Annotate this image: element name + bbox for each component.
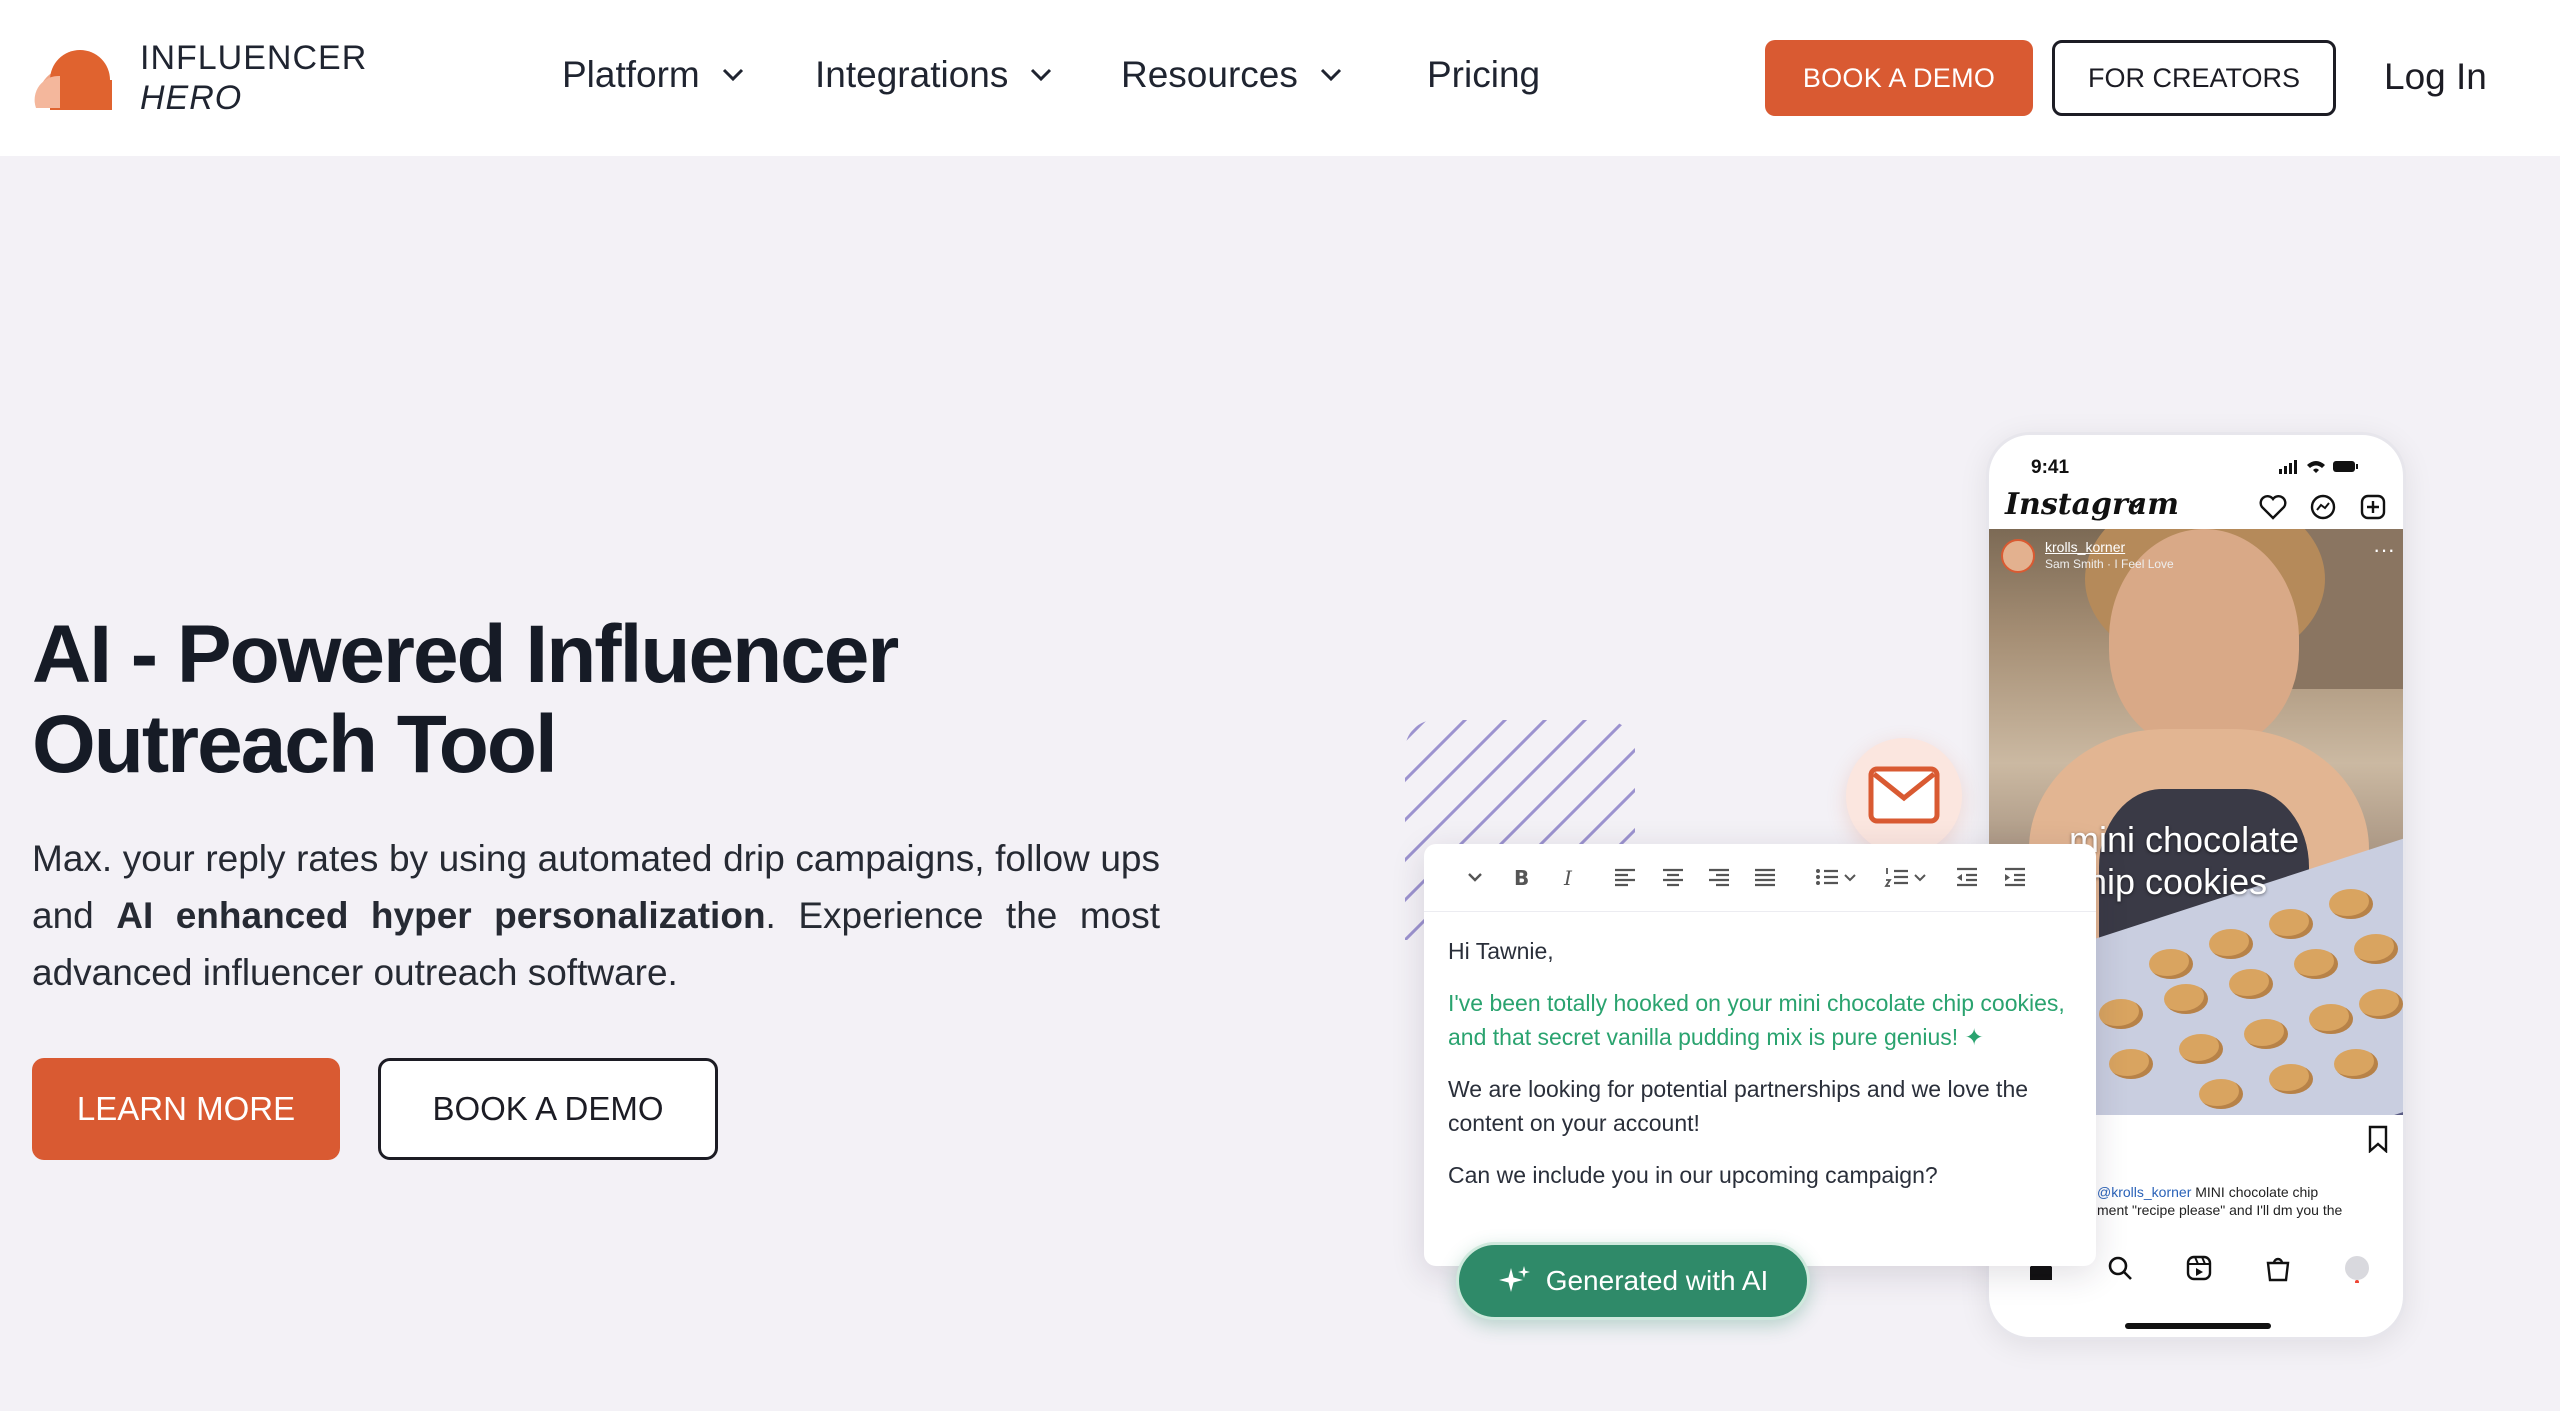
sparkle-icon bbox=[1498, 1266, 1530, 1292]
search-icon[interactable] bbox=[2105, 1253, 2135, 1283]
align-justify-icon[interactable] bbox=[1752, 864, 1778, 890]
cookie bbox=[2294, 949, 2338, 979]
learn-more-button[interactable]: LEARN MORE bbox=[32, 1058, 340, 1160]
chevron-down-icon bbox=[722, 68, 743, 82]
ai-badge-label: Generated with AI bbox=[1545, 1265, 1769, 1296]
chevron-down-icon bbox=[1031, 68, 1052, 82]
bookmark-icon[interactable] bbox=[2367, 1125, 2389, 1153]
caption-text2: ment "recipe please" and I'll dm you the bbox=[2097, 1202, 2343, 1218]
instagram-logo: Instagram bbox=[2005, 487, 2179, 522]
caption-overlay-line1: mini chocolate bbox=[2069, 819, 2300, 860]
svg-text:I: I bbox=[1563, 866, 1573, 890]
logo-icon bbox=[34, 50, 112, 110]
cookie bbox=[2109, 1049, 2153, 1079]
outdent-icon[interactable] bbox=[1954, 864, 1980, 890]
shop-icon[interactable] bbox=[2263, 1253, 2293, 1283]
nav-platform-label: Platform bbox=[562, 54, 700, 95]
cookie bbox=[2229, 969, 2273, 999]
status-icons bbox=[2279, 460, 2358, 474]
caption-text1: MINI chocolate chip bbox=[2191, 1184, 2319, 1200]
chevron-down-icon[interactable] bbox=[1842, 864, 1858, 890]
numbered-list-icon[interactable] bbox=[1884, 864, 1910, 890]
post-username[interactable]: krolls_korner bbox=[2045, 539, 2125, 555]
logo[interactable]: INFLUENCER HERO bbox=[30, 38, 370, 120]
book-demo-button[interactable]: BOOK A DEMO bbox=[1765, 40, 2033, 116]
add-post-icon[interactable] bbox=[2357, 491, 2389, 523]
italic-icon[interactable]: I bbox=[1556, 864, 1582, 890]
more-options-icon[interactable]: ··· bbox=[2373, 537, 2395, 563]
align-left-icon[interactable] bbox=[1612, 864, 1638, 890]
caption-handle[interactable]: @krolls_korner bbox=[2097, 1184, 2191, 1200]
svg-text:B: B bbox=[1514, 866, 1529, 890]
profile-icon[interactable] bbox=[2342, 1253, 2372, 1283]
for-creators-button[interactable]: FOR CREATORS bbox=[2052, 40, 2336, 116]
hero-desc-bold: AI enhanced hyper personalization bbox=[116, 895, 766, 936]
align-right-icon[interactable] bbox=[1706, 864, 1732, 890]
heart-icon[interactable] bbox=[2257, 491, 2289, 523]
email-body[interactable]: Hi Tawnie, I've been totally hooked on y… bbox=[1448, 934, 2078, 1210]
cookie bbox=[2099, 999, 2143, 1029]
nav-platform[interactable]: Platform bbox=[562, 54, 744, 96]
cookie bbox=[2149, 949, 2193, 979]
reels-icon[interactable] bbox=[2184, 1253, 2214, 1283]
cookie bbox=[2359, 989, 2403, 1019]
caption-overlay-line2: chip cookies bbox=[2069, 861, 2268, 902]
cookie bbox=[2164, 984, 2208, 1014]
hero-book-demo-button[interactable]: BOOK A DEMO bbox=[378, 1058, 718, 1160]
nav-integrations[interactable]: Integrations bbox=[815, 54, 1052, 96]
nav-resources-label: Resources bbox=[1121, 54, 1298, 95]
hero-title-line2: Outreach Tool bbox=[32, 699, 558, 790]
mail-icon bbox=[1868, 766, 1940, 824]
nav-integrations-label: Integrations bbox=[815, 54, 1009, 95]
generated-with-ai-badge: Generated with AI bbox=[1456, 1242, 1810, 1320]
sparkle-icon: ✦ bbox=[1964, 1024, 1984, 1050]
cookie bbox=[2244, 1019, 2288, 1049]
cookie bbox=[2269, 1064, 2313, 1094]
site-header: INFLUENCER HERO Platform Integrations Re… bbox=[0, 0, 2560, 156]
email-editor: B I Hi Tawnie, I've been totally hooked … bbox=[1424, 844, 2096, 1266]
cookie bbox=[2179, 1034, 2223, 1064]
cookie bbox=[2199, 1079, 2243, 1109]
editor-toolbar: B I bbox=[1424, 844, 2096, 912]
phone-time: 9:41 bbox=[2031, 457, 2070, 478]
mail-icon-badge bbox=[1846, 738, 1962, 854]
cookie bbox=[2269, 909, 2313, 939]
logo-line2: HERO bbox=[140, 79, 243, 117]
align-center-icon[interactable] bbox=[1660, 864, 1686, 890]
avatar[interactable] bbox=[2001, 539, 2035, 573]
chevron-down-icon bbox=[1320, 68, 1341, 82]
hero-description: Max. your reply rates by using automated… bbox=[32, 830, 1160, 1001]
bullet-list-icon[interactable] bbox=[1814, 864, 1840, 890]
hero-title: AI - Powered Influencer Outreach Tool bbox=[32, 610, 1032, 790]
chevron-down-icon[interactable] bbox=[1912, 864, 1928, 890]
cookie bbox=[2329, 889, 2373, 919]
chevron-down-icon[interactable] bbox=[1462, 864, 1488, 890]
messenger-icon[interactable] bbox=[2307, 491, 2339, 523]
cookie bbox=[2209, 929, 2253, 959]
cookie bbox=[2354, 934, 2398, 964]
chevron-down-icon bbox=[2129, 500, 2143, 509]
post-song: Sam Smith · I Feel Love bbox=[2045, 557, 2174, 571]
instagram-top-icons bbox=[2257, 491, 2389, 523]
logo-text: INFLUENCER HERO bbox=[140, 38, 367, 118]
home-indicator bbox=[2125, 1323, 2271, 1329]
nav-resources[interactable]: Resources bbox=[1121, 54, 1342, 96]
email-ai-line: I've been totally hooked on your mini ch… bbox=[1448, 986, 2078, 1054]
indent-icon[interactable] bbox=[2002, 864, 2028, 890]
email-line3: Can we include you in our upcoming campa… bbox=[1448, 1162, 1938, 1188]
post-caption: @krolls_korner MINI chocolate chip ment … bbox=[2097, 1183, 2397, 1219]
cookie bbox=[2309, 1004, 2353, 1034]
logo-line1: INFLUENCER bbox=[140, 39, 368, 77]
nav-pricing[interactable]: Pricing bbox=[1427, 54, 1540, 96]
cookie bbox=[2334, 1049, 2378, 1079]
email-line2: We are looking for potential partnership… bbox=[1448, 1076, 2029, 1136]
post-caption-overlay: mini chocolate chip cookies bbox=[2069, 819, 2299, 903]
email-greeting: Hi Tawnie, bbox=[1448, 938, 1554, 964]
nav-pricing-label: Pricing bbox=[1427, 54, 1541, 95]
bold-icon[interactable]: B bbox=[1508, 864, 1534, 890]
login-link[interactable]: Log In bbox=[2384, 56, 2487, 98]
hero-title-line1: AI - Powered Influencer bbox=[32, 609, 899, 700]
